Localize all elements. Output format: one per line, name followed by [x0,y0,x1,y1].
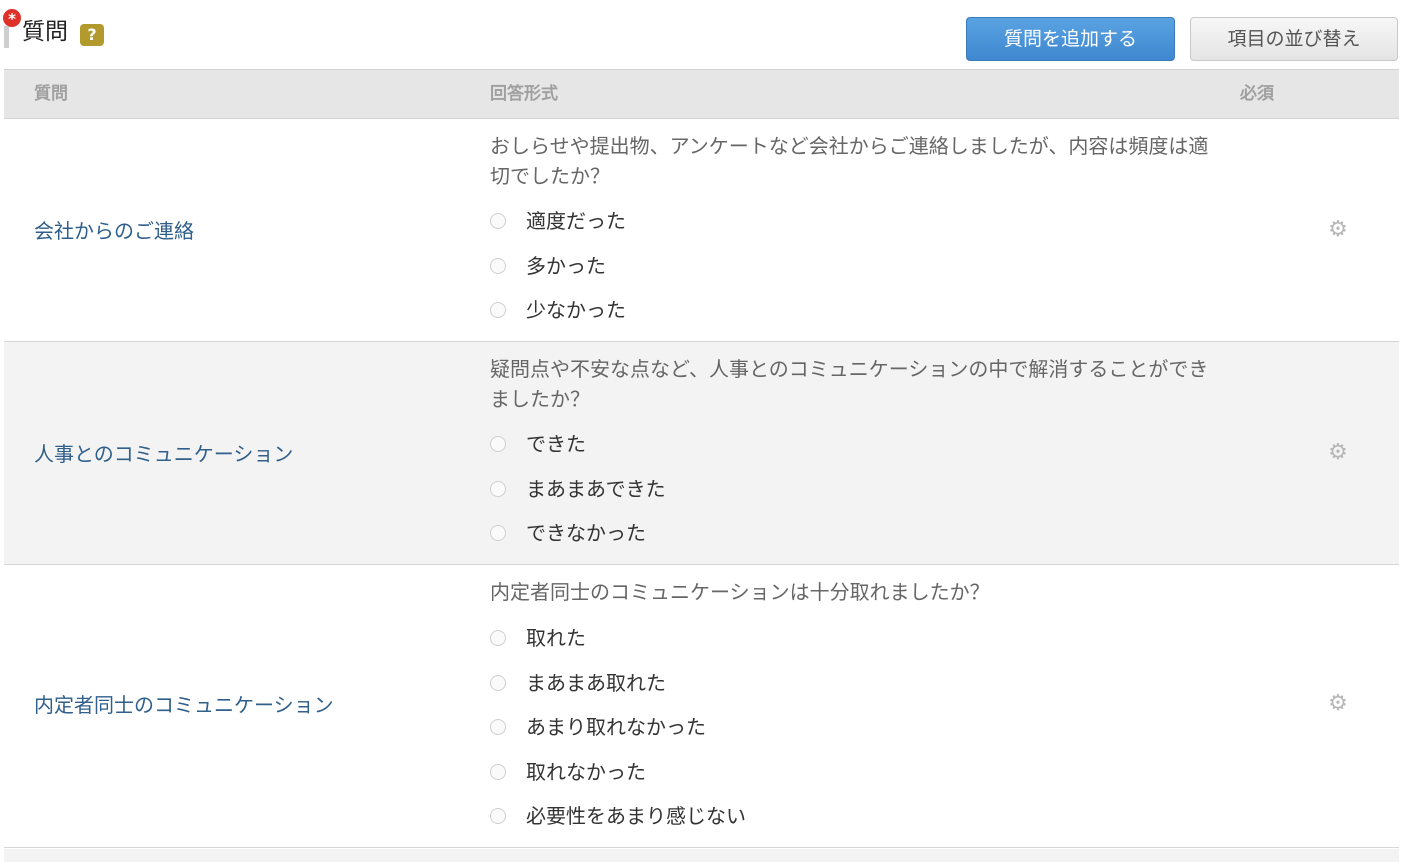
gear-icon[interactable]: ⚙ [1327,219,1349,241]
gear-icon[interactable]: ⚙ [1327,693,1349,715]
table-row: 会社からのご連絡 おしらせや提出物、アンケートなど会社からご連絡しましたが、内容… [4,119,1399,342]
table-header: 質問 回答形式 必須 [4,69,1399,119]
option-label: できた [526,432,586,456]
gear-icon[interactable]: ⚙ [1327,442,1349,464]
table-row-partial [4,849,1399,862]
radio-button-icon[interactable] [490,674,506,691]
radio-button-icon[interactable] [490,302,506,318]
question-text: おしらせや提出物、アンケートなど会社からご連絡しましたが、内容は頻度は適切でした… [490,134,1209,188]
option-label: 必要性をあまり感じない [526,804,746,828]
option-label: できなかった [526,521,646,545]
title-accent-bar [4,26,9,48]
option-label: 適度だった [526,209,626,233]
question-text: 疑問点や不安な点など、人事とのコミュニケーションの中で解消することができましたか… [490,357,1209,411]
option-label: あまり取れなかった [526,715,706,739]
option-label: 多かった [526,253,606,278]
option-label: まあまあ取れた [526,670,666,695]
section-header: * 質問 ? 質問を追加する 項目の並び替え [0,0,1404,70]
radio-button-icon[interactable] [490,630,506,646]
help-question-icon[interactable]: ? [80,24,104,46]
questions-table: 質問 回答形式 必須 会社からのご連絡 おしらせや提出物、アンケートなど会社から… [4,69,1399,848]
radio-button-icon[interactable] [490,213,506,229]
column-header-question: 質問 [34,84,68,104]
question-label-link[interactable]: 会社からのご連絡 [34,215,194,244]
add-question-button[interactable]: 質問を追加する [966,17,1175,61]
table-row: 人事とのコミュニケーション 疑問点や不安な点など、人事とのコミュニケーションの中… [4,342,1399,565]
question-label-link[interactable]: 人事とのコミュニケーション [34,438,293,467]
required-asterisk-icon: * [3,9,21,28]
question-label-link[interactable]: 内定者同士のコミュニケーション [34,689,334,718]
table-row: 内定者同士のコミュニケーション 内定者同士のコミュニケーションは十分取れましたか… [4,565,1399,848]
radio-button-icon[interactable] [490,257,506,274]
radio-button-icon[interactable] [490,808,506,824]
option-label: 少なかった [526,298,626,322]
radio-button-icon[interactable] [490,436,506,452]
page-title: 質問 [22,19,68,45]
question-settings-page: * 質問 ? 質問を追加する 項目の並び替え 質問 回答形式 必須 会社からのご… [0,0,1404,862]
column-header-answer-format: 回答形式 [490,84,558,104]
question-text: 内定者同士のコミュニケーションは十分取れましたか？ [490,580,990,604]
option-label: まあまあできた [526,476,666,501]
radio-button-icon[interactable] [490,480,506,497]
column-header-required: 必須 [1240,84,1274,104]
option-label: 取れた [526,626,586,650]
option-label: 取れなかった [526,759,646,784]
radio-button-icon[interactable] [490,763,506,780]
reorder-items-button[interactable]: 項目の並び替え [1190,17,1398,61]
radio-button-icon[interactable] [490,525,506,541]
radio-button-icon[interactable] [490,719,506,735]
